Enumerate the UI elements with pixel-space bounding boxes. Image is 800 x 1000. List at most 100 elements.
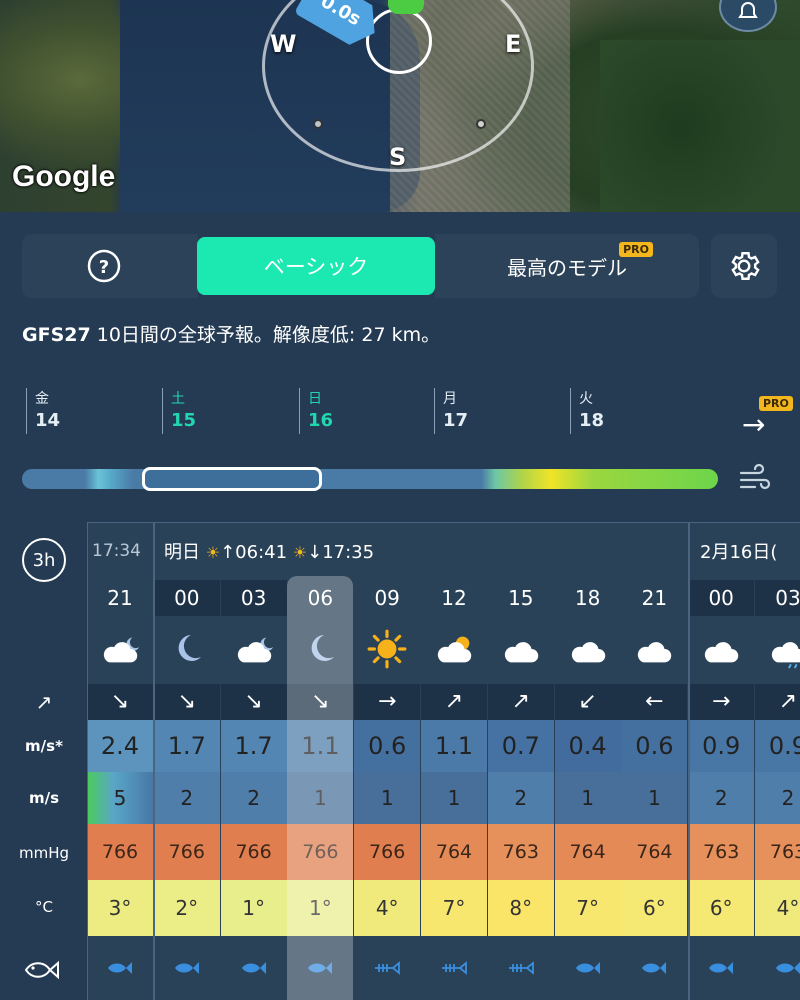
pressure-row-label: mmHg [18, 844, 70, 862]
wind-direction-cell: ↙ [554, 684, 621, 720]
wind-speed-value: 0.9 [702, 732, 741, 760]
day-item[interactable]: 火 18 [570, 388, 604, 434]
wind-speed-cell: 0.9 [755, 720, 800, 772]
direction-row-label: ↗ [35, 690, 53, 714]
wind-direction-arrow: ↗ [444, 689, 464, 714]
timeline-selection-window[interactable] [142, 467, 322, 491]
wind-direction-cell: ↗ [755, 684, 800, 720]
day-number: 14 [35, 410, 61, 431]
weather-icon-cell [221, 616, 287, 682]
moon-icon [312, 635, 335, 661]
model-description: GFS27 10日間の全球予報。解像度低: 27 km。 [22, 320, 440, 347]
basic-model-tab[interactable]: ベーシック [197, 237, 435, 295]
pressure-value: 764 [636, 841, 673, 863]
hour-label: 21 [641, 586, 668, 610]
fish-good-icon [776, 962, 800, 974]
gust-cell: 1 [287, 772, 354, 824]
day-item[interactable]: 金 14 [26, 388, 60, 434]
wind-speed-cell: 1.7 [153, 720, 220, 772]
forecast-timeline[interactable] [22, 469, 718, 489]
best-model-tab[interactable]: 最高のモデル PRO [435, 234, 699, 298]
hour-cell[interactable]: 06 [287, 580, 353, 616]
day-item[interactable]: 月 17 [434, 388, 468, 434]
sunrise-time: ↑06:41 [220, 542, 288, 563]
wind-direction-arrow: ↗ [511, 689, 531, 714]
pressure-cell: 764 [554, 824, 621, 880]
hour-cell[interactable]: 18 [555, 580, 621, 616]
sunset-time: ↓17:35 [307, 542, 375, 563]
settings-button[interactable] [711, 234, 777, 298]
gust-cell: 1 [354, 772, 421, 824]
hour-cell[interactable]: 00 [153, 580, 220, 616]
spot-marker[interactable] [388, 0, 424, 14]
day-item[interactable]: 土 15 [162, 388, 196, 434]
interval-label: 3h [32, 549, 56, 571]
gust-value: 1 [380, 786, 394, 810]
notification-button[interactable] [719, 0, 777, 32]
gust-cell: 2 [487, 772, 554, 824]
basic-model-label: ベーシック [263, 255, 369, 279]
compass-south: S [389, 143, 407, 171]
temperature-value: 2° [175, 896, 199, 920]
google-logo: Google [12, 160, 116, 193]
fishing-row-icon [24, 960, 59, 980]
weather-icon-cell [688, 616, 754, 682]
row-labels-column [0, 522, 88, 1000]
day-item[interactable]: 日 16 [299, 388, 333, 434]
compass-dot-right [476, 119, 486, 129]
hour-cell[interactable]: 09 [354, 580, 420, 616]
pressure-cell: 766 [87, 824, 153, 880]
wind-speed-value: 0.6 [368, 732, 407, 760]
hour-cell[interactable]: 21 [621, 580, 687, 616]
location-marker[interactable] [366, 8, 432, 74]
hour-cell[interactable]: 03 [220, 580, 287, 616]
help-button[interactable]: ? [22, 234, 198, 298]
pressure-cell: 764 [621, 824, 688, 880]
tomorrow-header: 明日 ☀↑06:41 ☀↓17:35 [164, 538, 374, 564]
temperature-value: 1° [242, 896, 265, 920]
temperature-row-label: °C [35, 898, 53, 916]
hour-cell[interactable]: 00 [688, 580, 755, 616]
day-divider [153, 522, 155, 1000]
pressure-value: 763 [502, 841, 539, 863]
wind-speed-cell: 1.1 [421, 720, 487, 772]
day-number: 18 [579, 410, 605, 431]
wind-speed-value: 2.4 [100, 732, 140, 760]
wind-speed-value: 0.7 [501, 732, 540, 760]
pressure-cell: 764 [421, 824, 487, 880]
fishing-index-cell [421, 946, 487, 990]
wind-speed-cell: 0.6 [621, 720, 688, 772]
cloud-icon [705, 642, 739, 663]
day-number: 15 [171, 410, 197, 431]
temperature-value: 7° [576, 896, 599, 920]
wind-speed-row-label: m/s* [25, 737, 63, 755]
wind-direction-arrow: ↗ [778, 689, 798, 714]
wind-speed-cell: 0.9 [688, 720, 755, 772]
wind-layer-icon[interactable] [738, 463, 772, 497]
gust-cell: 1 [554, 772, 621, 824]
wind-map[interactable]: 0.0s W E S Google [0, 0, 800, 212]
hour-label: 03 [775, 586, 800, 610]
temperature-value: 6° [643, 896, 666, 920]
hour-cell[interactable]: 15 [488, 580, 554, 616]
compass-dot-left [313, 119, 323, 129]
temperature-cell: 6° [621, 880, 688, 936]
temperature-cell: 3° [87, 880, 153, 936]
weather-icon-cell [621, 616, 687, 682]
fishing-index-cell [221, 946, 287, 990]
pressure-value: 763 [703, 841, 740, 863]
interval-toggle[interactable]: 3h [22, 538, 66, 582]
wind-direction-arrow: → [377, 689, 397, 714]
next-days-arrow-icon[interactable]: → [742, 408, 765, 441]
wind-direction-cell: ↘ [287, 684, 354, 720]
wind-speed-cell: 0.7 [487, 720, 554, 772]
temperature-value: 4° [776, 896, 800, 920]
hour-cell[interactable]: 12 [421, 580, 487, 616]
hour-cell[interactable]: 21 [87, 580, 153, 616]
pressure-cell: 766 [354, 824, 421, 880]
hour-label: 15 [508, 586, 534, 610]
pressure-value: 764 [435, 841, 473, 863]
hour-cell[interactable]: 03 [755, 580, 800, 616]
fishing-index-cell [688, 946, 754, 990]
cloud-rain-icon [771, 642, 800, 669]
